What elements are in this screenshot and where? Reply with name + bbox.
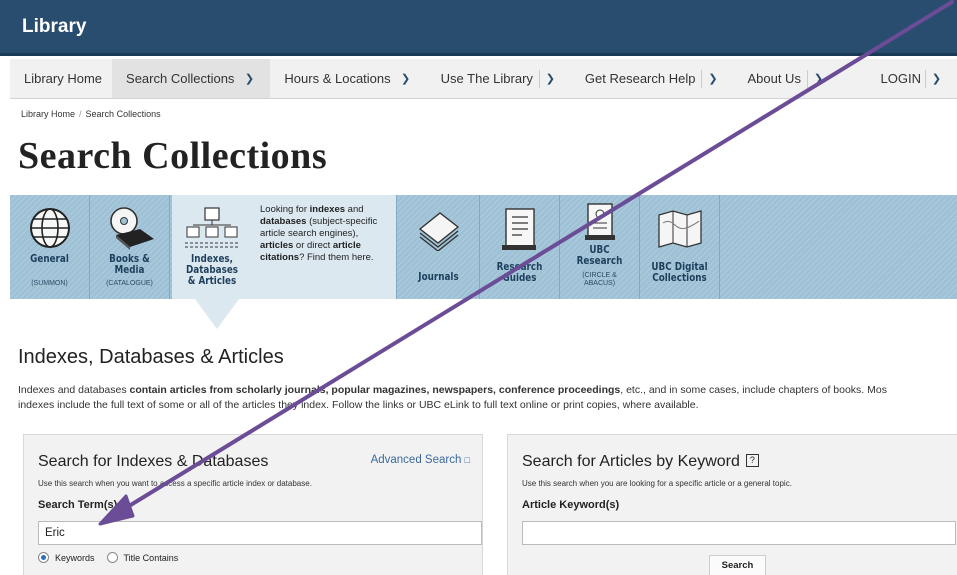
article-keywords-label: Article Keyword(s) (522, 499, 620, 511)
nav-hours-locations[interactable]: Hours & Locations ❯ (270, 59, 426, 98)
breadcrumb-home[interactable]: Library Home (21, 109, 75, 119)
help-icon[interactable]: ? (745, 454, 759, 467)
category-description: Looking for indexes and databases (subje… (260, 204, 378, 263)
advanced-search-link[interactable]: Advanced Search □ (371, 454, 470, 466)
radio-title-contains[interactable]: Title Contains (106, 552, 178, 563)
breadcrumb: Library Home / Search Collections (21, 109, 161, 119)
category-general[interactable]: General (SUMMON) (10, 195, 90, 299)
page-title: Search Collections (18, 135, 328, 177)
nav-label: Use The Library (440, 71, 533, 86)
search-term-label: Search Term(s) (38, 499, 118, 511)
nav-label: Library Home (24, 71, 103, 86)
main-nav: Library Home Search Collections ❯ Hours … (10, 59, 957, 99)
search-indexes-panel: Search for Indexes & Databases Advanced … (23, 434, 483, 575)
nav-about-us[interactable]: About Us ❯ (733, 59, 838, 98)
login-label: LOGIN (880, 71, 921, 86)
category-title-line2: Guides (502, 271, 537, 284)
category-title: Journals (418, 270, 459, 283)
library-logo[interactable]: Library (22, 16, 86, 38)
radio-button[interactable] (106, 552, 118, 563)
page: Library Library Home Search Collections … (0, 0, 957, 575)
chevron-down-icon[interactable]: ❯ (925, 69, 947, 88)
breadcrumb-current: Search Collections (85, 109, 161, 119)
guide-document-icon (501, 208, 536, 250)
article-keywords-input[interactable] (522, 521, 956, 545)
category-subtitle-line2: ABACUS) (583, 280, 616, 287)
active-category-pointer (195, 299, 239, 329)
category-subtitle: (CATALOGUE) (106, 280, 153, 287)
category-journals[interactable]: Journals (398, 195, 480, 299)
chevron-down-icon[interactable]: ❯ (806, 69, 829, 88)
panel-hint: Use this search when you want to access … (38, 479, 312, 488)
category-title: General (30, 252, 69, 265)
nav-label: Get Research Help (584, 71, 696, 86)
cd-book-icon (109, 207, 154, 250)
category-title-line3: & Articles (187, 274, 237, 287)
site-header: Library (0, 0, 957, 56)
chevron-down-icon[interactable]: ❯ (701, 69, 723, 88)
category-research-guides[interactable]: Research Guides (480, 195, 560, 299)
collection-categories: General (SUMMON) Books & Media (CATALOGU… (10, 195, 957, 299)
map-icon (657, 210, 702, 248)
category-title-line2: Research (576, 254, 623, 267)
hierarchy-icon (185, 207, 239, 248)
chevron-down-icon[interactable]: ❯ (395, 70, 417, 88)
radio-button[interactable] (38, 552, 49, 563)
nav-label: About Us (747, 71, 801, 86)
panel-title: Search for Articles by Keyword? (522, 453, 759, 471)
category-subtitle: (CIRCLE & (582, 272, 617, 279)
section-heading: Indexes, Databases & Articles (18, 346, 284, 368)
search-type-options: Keywords Title Contains (38, 552, 190, 563)
nav-label: Hours & Locations (284, 71, 391, 86)
research-document-icon (584, 203, 615, 240)
category-ubc-digital-collections[interactable]: UBC Digital Collections (640, 195, 720, 299)
panel-hint: Use this search when you are looking for… (522, 479, 792, 488)
external-link-icon: □ (464, 455, 470, 465)
search-term-input[interactable] (38, 521, 482, 545)
radio-keywords[interactable]: Keywords (38, 552, 95, 563)
category-indexes-databases-articles[interactable]: Indexes, Databases & Articles Looking fo… (172, 195, 397, 299)
search-button[interactable]: Search (709, 555, 766, 575)
nav-get-research-help[interactable]: Get Research Help ❯ (571, 59, 734, 98)
category-books-media[interactable]: Books & Media (CATALOGUE) (90, 195, 170, 299)
search-articles-panel: Search for Articles by Keyword? Use this… (507, 434, 957, 575)
nav-label: Search Collections (126, 71, 235, 86)
login-link[interactable]: LOGIN ❯ (881, 59, 947, 98)
nav-search-collections[interactable]: Search Collections ❯ (112, 59, 271, 98)
nav-use-the-library[interactable]: Use The Library ❯ (427, 59, 571, 98)
section-intro: Indexes and databases contain articles f… (18, 384, 887, 411)
breadcrumb-separator: / (79, 109, 82, 119)
panel-title: Search for Indexes & Databases (38, 453, 269, 470)
nav-library-home[interactable]: Library Home (10, 59, 112, 98)
journals-stack-icon (418, 212, 459, 251)
category-subtitle: (SUMMON) (31, 280, 68, 287)
category-title-line2: Media (114, 263, 145, 276)
chevron-down-icon[interactable]: ❯ (538, 69, 561, 88)
category-title-line2: Collections (652, 271, 707, 284)
chevron-down-icon[interactable]: ❯ (238, 70, 260, 88)
globe-icon (29, 208, 70, 248)
category-ubc-research[interactable]: UBC Research (CIRCLE & ABACUS) (560, 195, 640, 299)
